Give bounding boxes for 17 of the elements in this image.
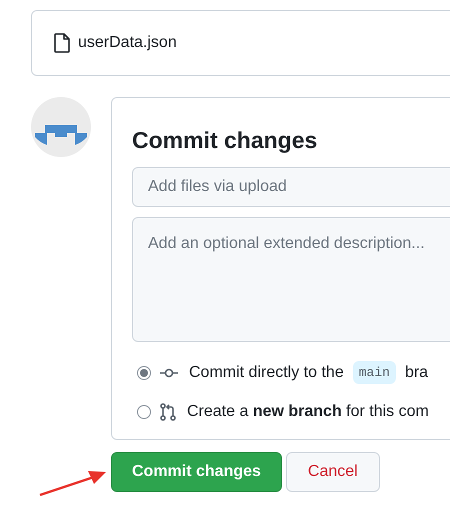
commit-icon — [160, 368, 178, 378]
radio-button[interactable] — [137, 404, 151, 418]
avatar-icon — [31, 97, 91, 157]
pull-request-icon — [160, 402, 176, 420]
option-label: Create a new branch for this com — [187, 402, 429, 422]
branch-name: main — [352, 360, 396, 384]
summary-field[interactable]: Add files via upload — [132, 166, 450, 206]
option-label: bra — [404, 362, 428, 382]
commit-button[interactable]: Commit changes — [111, 452, 282, 492]
file-icon — [54, 33, 70, 53]
radio-button[interactable] — [137, 366, 151, 380]
description-field[interactable]: Add an optional extended description... — [132, 216, 450, 342]
cancel-button[interactable]: Cancel — [286, 452, 380, 492]
annotation-arrow — [38, 468, 108, 498]
file-name: userData.json — [78, 33, 177, 53]
panel-title: Commit changes — [132, 126, 318, 155]
option-label: Commit directly to the — [189, 362, 344, 382]
